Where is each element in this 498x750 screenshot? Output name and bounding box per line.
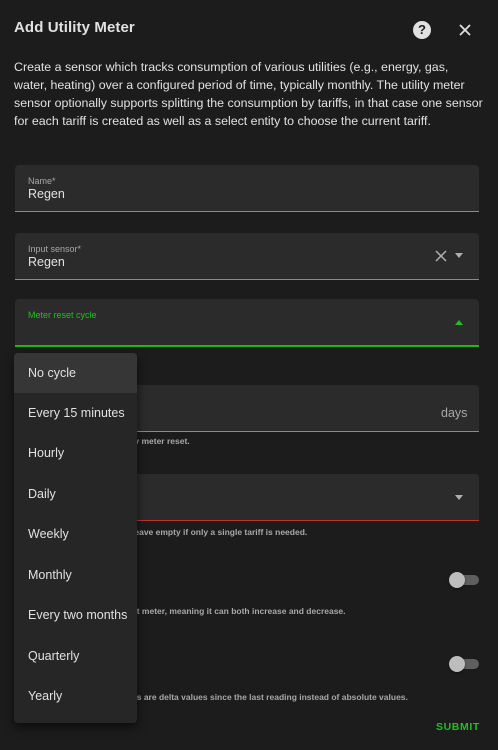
name-field-value[interactable]: Regen: [28, 187, 65, 201]
menu-item-daily[interactable]: Daily: [14, 474, 137, 514]
dialog-header: Add Utility Meter ?: [0, 0, 498, 60]
help-icon[interactable]: ?: [413, 21, 431, 39]
net-consumption-helper-text: et meter, meaning it can both increase a…: [132, 606, 346, 616]
offset-suffix: days: [441, 406, 468, 420]
input-sensor-value[interactable]: Regen: [28, 255, 65, 269]
name-field-label: Name*: [28, 176, 56, 186]
meter-reset-cycle-menu: No cycle Every 15 minutes Hourly Daily W…: [14, 353, 137, 723]
delta-values-toggle[interactable]: [449, 656, 479, 672]
menu-item-weekly[interactable]: Weekly: [14, 514, 137, 554]
clear-icon[interactable]: [434, 249, 448, 263]
add-utility-meter-dialog: Add Utility Meter ? Create a sensor whic…: [0, 0, 498, 750]
net-consumption-toggle[interactable]: [449, 572, 479, 588]
menu-item-yearly[interactable]: Yearly: [14, 676, 137, 716]
menu-item-every-two-months[interactable]: Every two months: [14, 595, 137, 635]
menu-item-monthly[interactable]: Monthly: [14, 555, 137, 595]
input-sensor-label: Input sensor*: [28, 244, 82, 254]
chevron-down-icon[interactable]: [455, 253, 463, 258]
dialog-title: Add Utility Meter: [14, 19, 135, 36]
meter-reset-cycle-label: Meter reset cycle: [28, 310, 97, 320]
name-field[interactable]: Name* Regen: [15, 165, 479, 212]
dialog-description: Create a sensor which tracks consumption…: [14, 60, 483, 128]
tariffs-helper-text: leave empty if only a single tariff is n…: [132, 527, 308, 537]
submit-button[interactable]: SUBMIT: [436, 721, 480, 733]
chevron-up-icon[interactable]: [455, 320, 463, 325]
toggle-thumb: [449, 572, 465, 588]
menu-item-every-15-minutes[interactable]: Every 15 minutes: [14, 393, 137, 433]
menu-item-no-cycle[interactable]: No cycle: [14, 353, 137, 393]
chevron-down-icon[interactable]: [455, 495, 463, 500]
meter-reset-cycle-select[interactable]: Meter reset cycle: [15, 299, 479, 347]
input-sensor-field[interactable]: Input sensor* Regen: [15, 233, 479, 280]
menu-item-hourly[interactable]: Hourly: [14, 433, 137, 473]
menu-item-quarterly[interactable]: Quarterly: [14, 636, 137, 676]
delta-values-helper-text: es are delta values since the last readi…: [132, 692, 408, 702]
close-icon[interactable]: [455, 20, 475, 40]
toggle-thumb: [449, 656, 465, 672]
offset-helper-text: ly meter reset.: [132, 436, 190, 446]
